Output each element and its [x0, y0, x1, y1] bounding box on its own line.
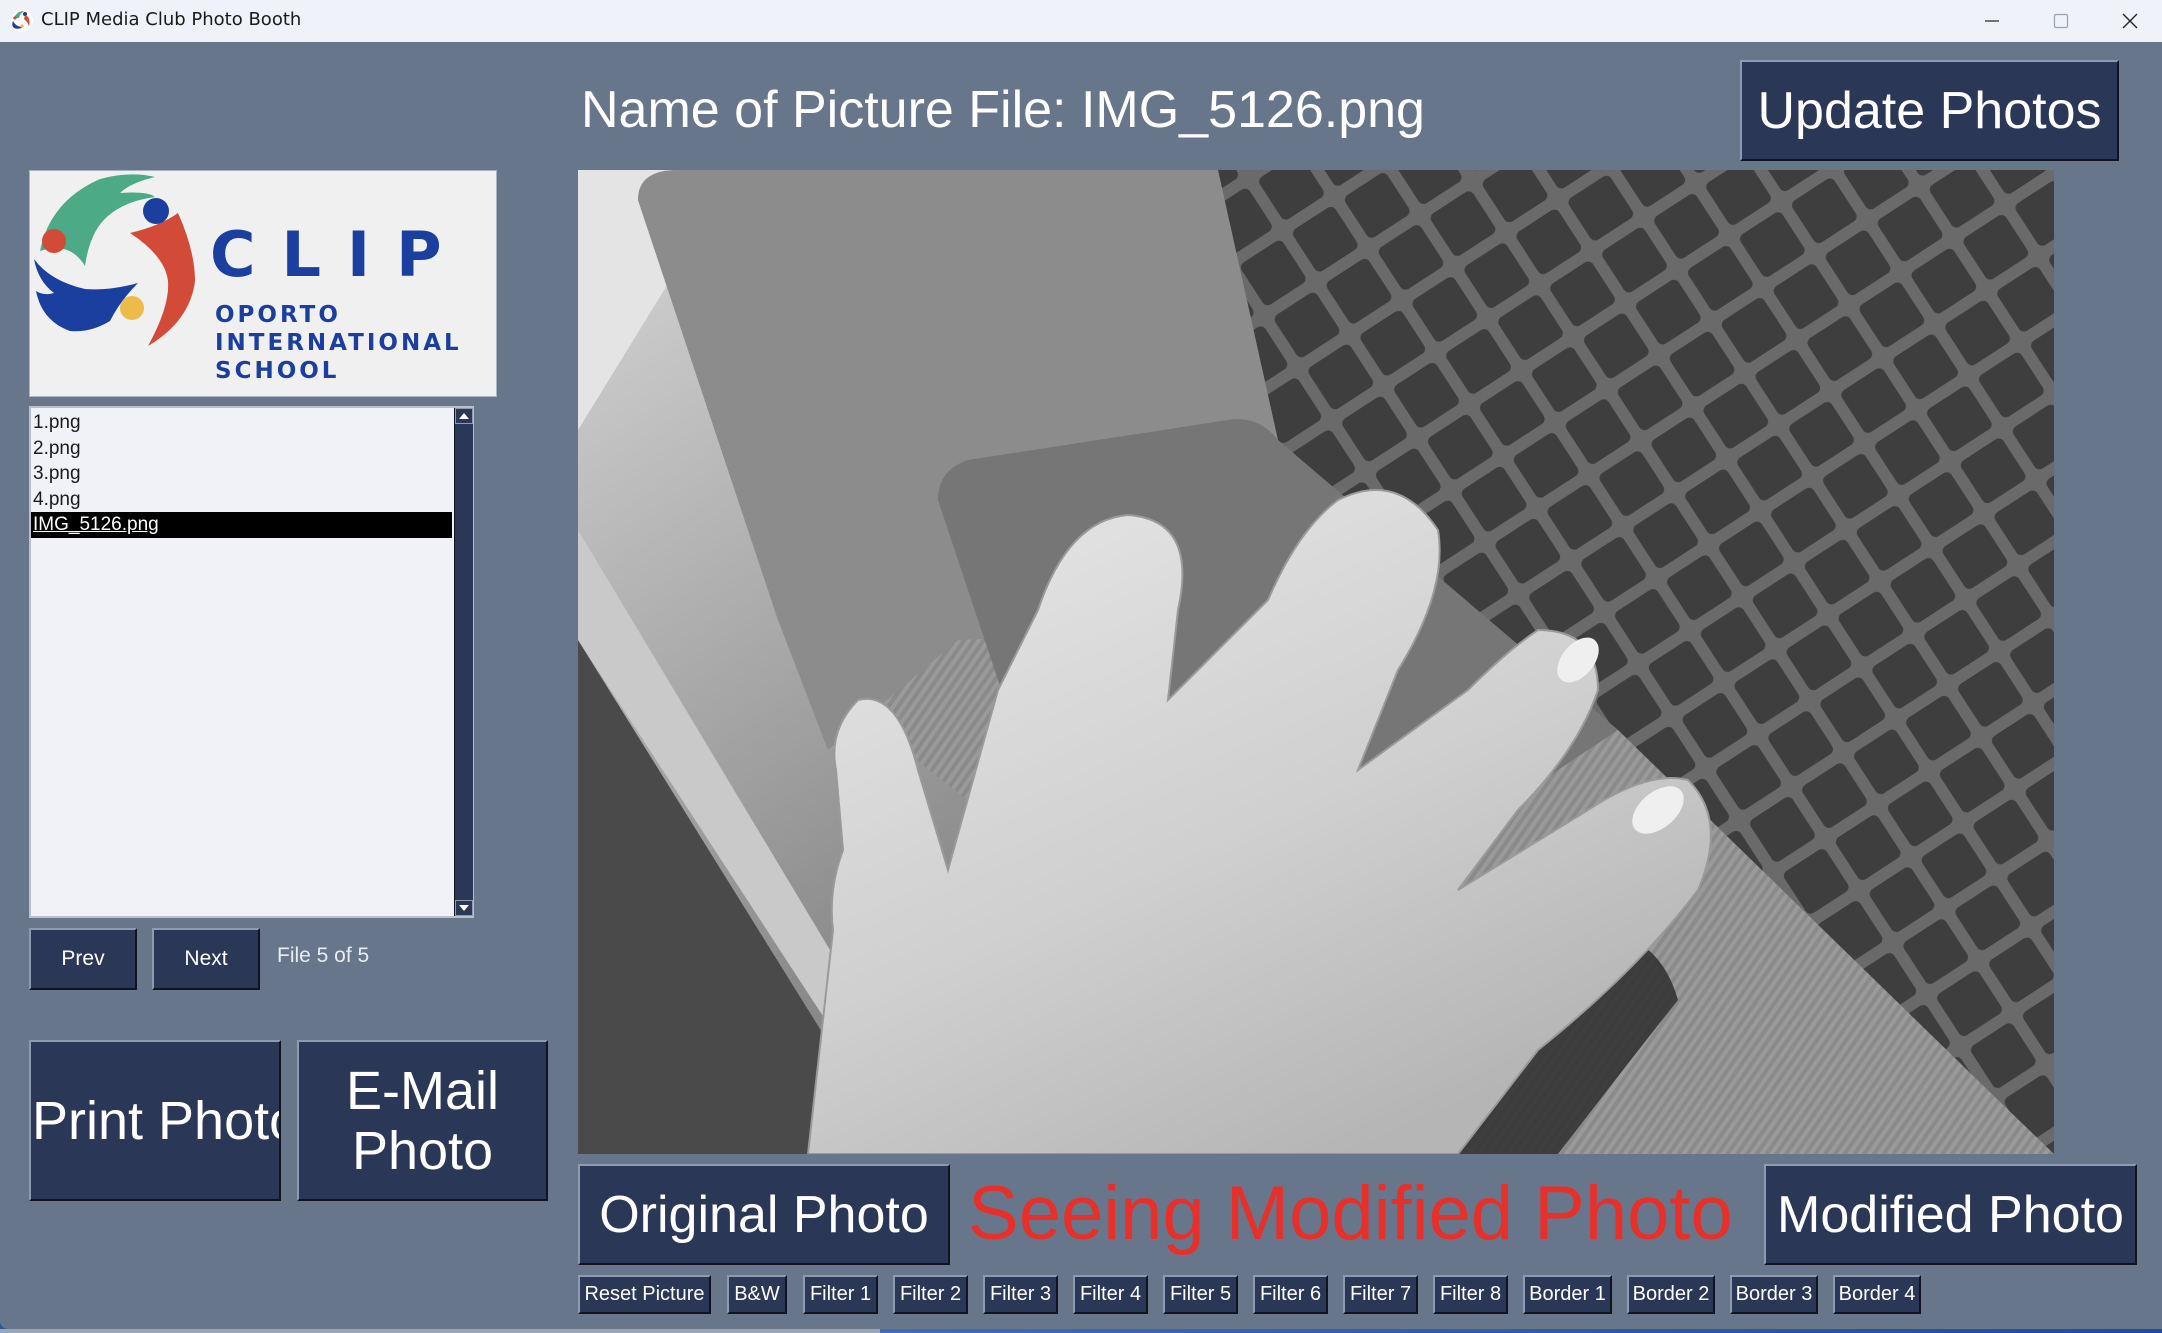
picture-file-name-label: Name of Picture File: IMG_5126.png [581, 81, 1425, 139]
window-title: CLIP Media Club Photo Booth [41, 9, 302, 30]
print-photo-button[interactable]: Print Photo [29, 1040, 281, 1201]
scroll-up-arrow-icon [459, 413, 469, 419]
file-list-items: 1.png 2.png 3.png 4.png IMG_5126.png [31, 410, 452, 538]
border-2-button[interactable]: Border 2 [1627, 1275, 1715, 1314]
border-1-button[interactable]: Border 1 [1523, 1275, 1612, 1314]
email-photo-button[interactable]: E-Mail Photo [297, 1040, 548, 1201]
desktop-taskbar-strip [0, 1329, 2162, 1333]
filter-4-button[interactable]: Filter 4 [1073, 1275, 1148, 1314]
filter-7-button[interactable]: Filter 7 [1343, 1275, 1418, 1314]
file-listbox[interactable]: 1.png 2.png 3.png 4.png IMG_5126.png [29, 406, 474, 918]
email-button-line-2: Photo [351, 1120, 494, 1181]
file-list-item[interactable]: 1.png [31, 410, 452, 436]
title-bar: CLIP Media Club Photo Booth [0, 0, 2162, 42]
prev-button[interactable]: Prev [29, 928, 137, 990]
filter-8-button[interactable]: Filter 8 [1433, 1275, 1508, 1314]
school-logo: CLIP OPORTO INTERNATIONAL SCHOOL [29, 170, 497, 397]
file-list-item[interactable]: 4.png [31, 487, 452, 513]
logo-line-2: INTERNATIONAL [215, 330, 462, 356]
file-list-scrollbar[interactable] [454, 408, 473, 916]
filter-6-button[interactable]: Filter 6 [1253, 1275, 1328, 1314]
maximize-button[interactable] [2027, 0, 2095, 42]
file-list-item[interactable]: 3.png [31, 461, 452, 487]
border-4-button[interactable]: Border 4 [1833, 1275, 1921, 1314]
file-counter: File 5 of 5 [277, 944, 370, 967]
reset-picture-button[interactable]: Reset Picture [578, 1275, 711, 1314]
close-button[interactable] [2096, 0, 2162, 42]
scroll-down-button[interactable] [455, 900, 473, 916]
border-3-button[interactable]: Border 3 [1730, 1275, 1818, 1314]
original-photo-button[interactable]: Original Photo [578, 1164, 950, 1265]
view-status-text: Seeing Modified Photo [968, 1171, 1733, 1256]
photo-image [578, 170, 2054, 1154]
minimize-button[interactable] [1958, 0, 2026, 42]
app-window: CLIP Media Club Photo Booth CLIP OPORTO … [0, 0, 2162, 1329]
file-list-item-selected[interactable]: IMG_5126.png [31, 512, 452, 538]
scroll-down-arrow-icon [459, 905, 469, 911]
file-list-item[interactable]: 2.png [31, 436, 452, 462]
scroll-up-button[interactable] [455, 408, 473, 424]
bw-filter-button[interactable]: B&W [727, 1275, 787, 1314]
update-photos-button[interactable]: Update Photos [1740, 60, 2119, 161]
clip-app-icon [11, 10, 33, 32]
photo-preview [578, 170, 2054, 1154]
logo-school-name: OPORTO INTERNATIONAL SCHOOL [215, 301, 462, 385]
modified-photo-button[interactable]: Modified Photo [1764, 1164, 2137, 1265]
filter-3-button[interactable]: Filter 3 [983, 1275, 1058, 1314]
filter-2-button[interactable]: Filter 2 [893, 1275, 968, 1314]
logo-wordmark: CLIP [210, 218, 468, 291]
next-button[interactable]: Next [152, 928, 260, 990]
email-button-line-1: E-Mail [345, 1060, 499, 1121]
close-icon [2122, 13, 2138, 29]
logo-line-3: SCHOOL [215, 358, 340, 384]
logo-line-1: OPORTO [215, 302, 341, 328]
minimize-icon [1985, 20, 1999, 22]
filter-5-button[interactable]: Filter 5 [1163, 1275, 1238, 1314]
filter-1-button[interactable]: Filter 1 [803, 1275, 878, 1314]
maximize-icon [2053, 13, 2069, 29]
